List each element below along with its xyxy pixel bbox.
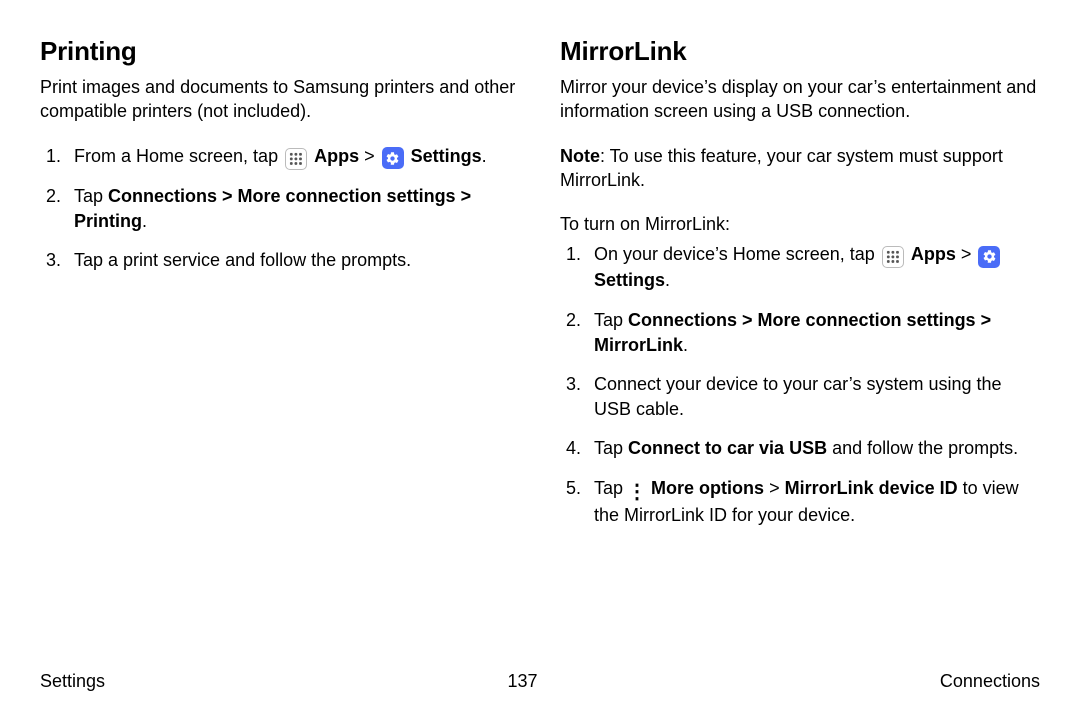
nav-path: Connections > More connection settings >… [594,310,991,355]
more-options-icon [630,481,644,503]
device-id-label: MirrorLink device ID [785,478,958,498]
apps-icon [285,148,307,170]
printing-steps: From a Home screen, tap Apps > Settings.… [40,144,520,274]
settings-label: Settings [594,270,665,290]
text-end: . [665,270,670,290]
right-column: MirrorLink Mirror your device’s display … [560,36,1040,542]
settings-icon [382,147,404,169]
mirrorlink-step-2: Tap Connections > More connection settin… [560,308,1040,358]
text: From a Home screen, tap [74,146,283,166]
settings-label: Settings [411,146,482,166]
text: Tap [594,478,628,498]
mirrorlink-lead: To turn on MirrorLink: [560,212,1040,236]
printing-step-1: From a Home screen, tap Apps > Settings. [40,144,520,170]
columns: Printing Print images and documents to S… [40,36,1040,542]
footer-left: Settings [40,671,105,692]
mirrorlink-steps: On your device’s Home screen, tap Apps >… [560,242,1040,527]
apps-icon [882,246,904,268]
printing-heading: Printing [40,36,520,67]
apps-label: Apps [911,244,956,264]
chevron: > [961,244,977,264]
text: Tap [74,186,108,206]
more-options-label: More options [651,478,764,498]
text-end: . [683,335,688,355]
printing-step-3: Tap a print service and follow the promp… [40,248,520,273]
mirrorlink-step-1: On your device’s Home screen, tap Apps >… [560,242,1040,293]
footer-right: Connections [940,671,1040,692]
chevron: > [769,478,785,498]
text-end: . [482,146,487,166]
text: On your device’s Home screen, tap [594,244,880,264]
printing-step-2: Tap Connections > More connection settin… [40,184,520,234]
printing-intro: Print images and documents to Samsung pr… [40,75,520,124]
mirrorlink-heading: MirrorLink [560,36,1040,67]
nav-path: Connections > More connection settings >… [74,186,471,231]
text: Tap [594,438,628,458]
mirrorlink-step-4: Tap Connect to car via USB and follow th… [560,436,1040,461]
note-label: Note [560,146,600,166]
left-column: Printing Print images and documents to S… [40,36,520,542]
page-number: 137 [507,671,537,692]
chevron: > [364,146,380,166]
text-end: . [142,211,147,231]
apps-label: Apps [314,146,359,166]
text: Tap [594,310,628,330]
settings-icon [978,246,1000,268]
note-body: : To use this feature, your car system m… [560,146,1003,190]
mirrorlink-note: Note: To use this feature, your car syst… [560,144,1040,193]
text-b: and follow the prompts. [827,438,1018,458]
connect-label: Connect to car via USB [628,438,827,458]
mirrorlink-step-5: Tap More options > MirrorLink device ID … [560,476,1040,528]
mirrorlink-step-3: Connect your device to your car’s system… [560,372,1040,422]
page-footer: Settings 137 Connections [40,671,1040,692]
mirrorlink-intro: Mirror your device’s display on your car… [560,75,1040,124]
manual-page: Printing Print images and documents to S… [0,0,1080,720]
